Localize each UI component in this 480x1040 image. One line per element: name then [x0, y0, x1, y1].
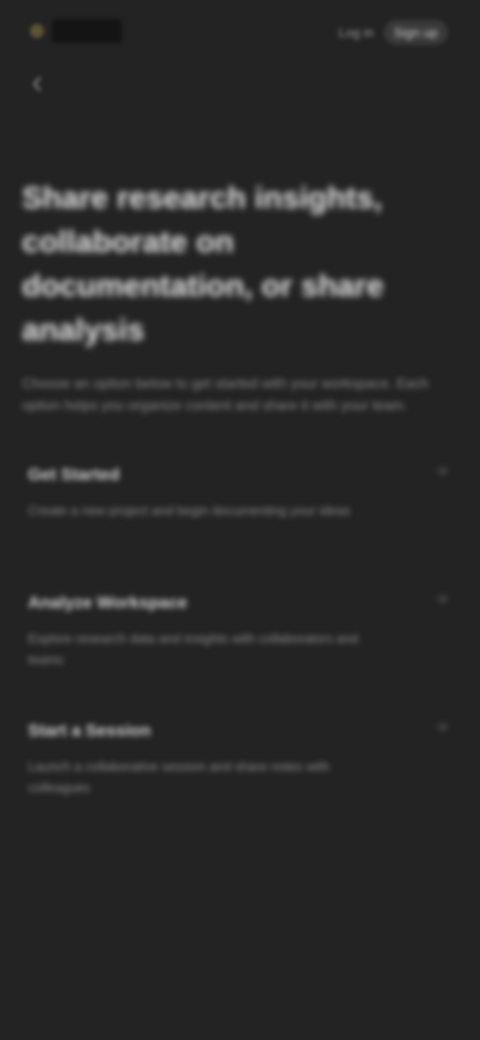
- options-list: Get Started Create a new project and beg…: [22, 452, 458, 836]
- option-description: Explore research data and insights with …: [28, 631, 359, 667]
- option-description: Create a new project and begin documenti…: [28, 503, 351, 518]
- option-start-session[interactable]: Start a Session Launch a collaborative s…: [22, 708, 458, 836]
- login-link[interactable]: Log in: [338, 25, 373, 40]
- page-subtitle: Choose an option below to get started wi…: [22, 375, 429, 413]
- hero-section: Share research insights, collaborate on …: [22, 176, 442, 416]
- back-button[interactable]: [24, 72, 52, 100]
- brand-logo-wordmark: [52, 19, 122, 43]
- option-analyze-workspace[interactable]: Analyze Workspace Explore research data …: [22, 580, 458, 708]
- option-get-started[interactable]: Get Started Create a new project and beg…: [22, 452, 458, 580]
- page-title: Share research insights, collaborate on …: [22, 180, 384, 347]
- top-actions: Log in Sign up: [338, 20, 448, 45]
- option-title: Get Started: [28, 465, 120, 484]
- top-bar: Log in Sign up: [0, 0, 480, 64]
- chevron-right-icon: [432, 718, 450, 736]
- option-description: Launch a collaborative session and share…: [28, 759, 330, 795]
- chevron-right-icon: [432, 590, 450, 608]
- option-title: Analyze Workspace: [28, 593, 188, 612]
- option-title: Start a Session: [28, 721, 151, 740]
- brand-logo[interactable]: [30, 14, 142, 48]
- signup-button[interactable]: Sign up: [383, 20, 448, 45]
- brand-logo-icon: [30, 24, 44, 38]
- arrow-left-icon: [29, 75, 47, 98]
- chevron-right-icon: [432, 462, 450, 480]
